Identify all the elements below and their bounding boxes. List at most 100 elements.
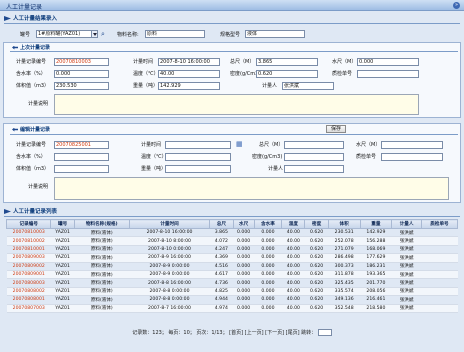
table-cell: 193.365 — [360, 270, 392, 280]
table-body: 20070810003 YAZ01 原料(液体) 2007-8-10 16:00:00… — [6, 228, 458, 313]
column-header[interactable]: 记录编号 — [5, 219, 52, 229]
edit-quality-field[interactable] — [381, 153, 443, 161]
column-header[interactable]: 温度 — [281, 219, 306, 229]
last-water-field[interactable]: 0.000 — [357, 58, 419, 66]
table-cell: 2007-8-9 0:00:00 — [129, 262, 210, 271]
chevron-down-icon[interactable] — [91, 30, 98, 38]
edit-record-no-field[interactable]: 20070825001 — [54, 141, 109, 149]
edit-person-field[interactable] — [284, 165, 344, 173]
table-row[interactable]: 20070810003 YAZ01 原料(液体) 2007-8-10 16:00:00… — [6, 228, 458, 238]
last-time-field[interactable]: 2007-8-10 16:00:00 — [158, 58, 220, 66]
divider — [4, 23, 460, 24]
material-label: 物料名称: — [117, 32, 139, 38]
table-cell: 0.000 — [254, 287, 282, 297]
last-temp-label: 温度（℃） — [133, 71, 159, 77]
table-row[interactable]: 20070810001 YAZ01 原料(液体) 2007-8-10 0:00:00 4… — [6, 245, 458, 255]
table-cell: 20070808001 — [6, 295, 51, 305]
column-header[interactable]: 总尺 — [209, 219, 234, 229]
column-header[interactable]: 计量人 — [391, 219, 422, 229]
last-density-field[interactable]: 0.620 — [256, 70, 318, 78]
last-person-field[interactable]: 张洪斌 — [282, 82, 334, 90]
table-cell — [421, 245, 458, 255]
collapse-icon[interactable]: » — [453, 2, 460, 9]
edit-moisture-field[interactable] — [54, 153, 109, 161]
edit-note-textarea[interactable] — [54, 177, 449, 200]
lot-select[interactable]: 1#原料罐(YAZ01) — [36, 30, 92, 38]
table-cell — [421, 228, 458, 238]
pager: 记录数：123； 每页：10； 页次：1/13； [首页] [上一页] [下一页… — [0, 329, 464, 336]
edit-water-field[interactable] — [381, 141, 443, 149]
table-cell: 311.878 — [328, 270, 361, 280]
record-table: 记录编号 罐号 物料名称(规格) 计量时间 总尺 水尺 含水率 温度 密度 体积 重量 计量人 质检单号… — [5, 219, 459, 313]
save-button[interactable]: 保存 — [326, 125, 346, 133]
table-cell — [421, 253, 458, 263]
jump-page-input[interactable] — [317, 329, 332, 336]
table-cell: 4.617 — [209, 270, 234, 280]
edit-volume-field[interactable] — [54, 165, 109, 173]
table-row[interactable]: 20070808003 YAZ01 原料(液体) 2007-8-8 16:00:00 4… — [6, 278, 458, 288]
table-cell: 0.000 — [254, 295, 282, 305]
edit-total-field[interactable] — [284, 141, 344, 149]
table-cell: 20070807003 — [6, 304, 51, 313]
spec-field[interactable]: 液体 — [245, 30, 305, 38]
list-header: 人工计量记录列表 — [4, 207, 57, 216]
calendar-icon[interactable]: ▦ — [236, 140, 243, 148]
table-row[interactable]: 20070808002 YAZ01 原料(液体) 2007-8-8 0:00:00 4.… — [6, 287, 458, 297]
table-cell: 0.000 — [233, 253, 255, 263]
table-row[interactable]: 20070809002 YAZ01 原料(液体) 2007-8-9 0:00:00 4.… — [6, 262, 458, 271]
last-note-textarea[interactable] — [54, 94, 419, 115]
table-cell — [421, 278, 458, 288]
window-titlebar: 人工计量记录 » — [0, 0, 464, 11]
divider — [10, 51, 458, 52]
edit-record-no-label: 计量记录编号 — [16, 142, 47, 148]
table-row[interactable]: 20070809003 YAZ01 原料(液体) 2007-8-9 16:00:00 4… — [6, 253, 458, 263]
column-header[interactable]: 含水率 — [253, 219, 283, 229]
last-moisture-field[interactable]: 0.000 — [54, 70, 109, 78]
search-icon[interactable]: ⌕ — [101, 30, 105, 39]
table-cell: 0.000 — [233, 304, 255, 313]
column-header[interactable]: 密度 — [304, 219, 329, 229]
table-cell: 0.000 — [254, 245, 282, 255]
edit-time-field[interactable] — [165, 141, 231, 149]
table-cell: 0.620 — [304, 228, 329, 238]
table-cell: YAZ01 — [50, 253, 75, 263]
edit-density-field[interactable] — [284, 153, 344, 161]
table-row[interactable]: 20070807003 YAZ01 原料(液体) 2007-8-7 16:00:00 4… — [6, 304, 458, 313]
last-temp-field[interactable]: 40.00 — [158, 70, 220, 78]
table-cell: 20070809002 — [6, 262, 51, 271]
table-cell: YAZ01 — [50, 270, 75, 280]
column-header[interactable]: 罐号 — [50, 219, 75, 229]
edit-total-label: 总尺（M） — [259, 142, 284, 148]
column-header[interactable]: 重量 — [359, 219, 393, 229]
last-total-field[interactable]: 3.865 — [256, 58, 318, 66]
edit-temp-field[interactable] — [165, 153, 231, 161]
last-record-title: 上次计量记录 — [12, 44, 50, 51]
table-row[interactable]: 20070810002 YAZ01 原料(液体) 2007-8-10 8:00:00 4… — [6, 236, 458, 246]
column-header[interactable]: 物料名称(规格) — [73, 219, 130, 229]
table-cell: 218.580 — [360, 304, 392, 313]
column-header[interactable]: 质检单号 — [420, 219, 459, 229]
last-record-no-field[interactable]: 20070810003 — [54, 58, 109, 66]
last-volume-field[interactable]: 230.530 — [54, 82, 109, 90]
table-cell: 208.056 — [360, 287, 392, 297]
table-cell: 张洪斌 — [391, 304, 422, 313]
table-cell: YAZ01 — [50, 245, 75, 255]
table-cell: 张洪斌 — [391, 253, 422, 263]
table-cell: 原料(液体) — [74, 287, 130, 297]
last-quality-field[interactable] — [357, 70, 419, 78]
table-row[interactable]: 20070809001 YAZ01 原料(液体) 2007-8-9 0:00:00 4.… — [6, 270, 458, 280]
table-cell: 0.620 — [304, 295, 329, 305]
column-header[interactable]: 计量时间 — [128, 219, 211, 229]
table-cell: YAZ01 — [50, 278, 75, 288]
last-record-no-label: 计量记录编号 — [16, 59, 47, 65]
material-field[interactable]: 原料 — [145, 30, 205, 38]
edit-weight-field[interactable] — [165, 165, 231, 173]
column-header[interactable]: 水尺 — [232, 219, 255, 229]
column-header[interactable]: 体积 — [327, 219, 361, 229]
table-row[interactable]: 20070808001 YAZ01 原料(液体) 2007-8-8 0:00:00 4.… — [6, 295, 458, 305]
last-weight-field[interactable]: 142.929 — [158, 82, 220, 90]
table-cell: 40.00 — [281, 262, 305, 271]
edit-temp-label: 温度（℃） — [141, 154, 167, 160]
table-cell: YAZ01 — [50, 295, 75, 305]
edit-person-label: 计量人 — [268, 166, 284, 172]
